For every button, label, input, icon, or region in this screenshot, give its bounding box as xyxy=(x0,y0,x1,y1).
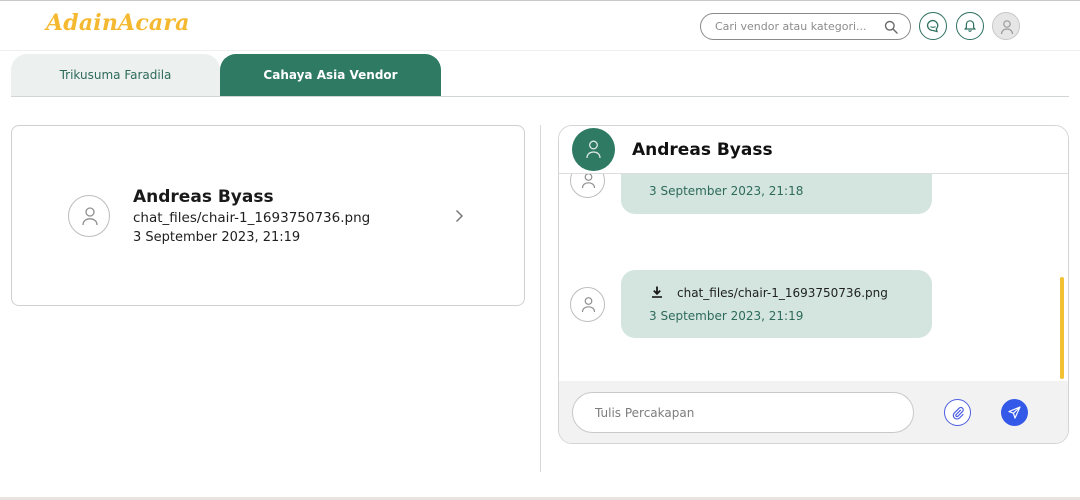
sender-avatar xyxy=(570,174,605,198)
send-button[interactable] xyxy=(1001,399,1028,426)
notifications-button[interactable] xyxy=(956,12,984,40)
brand-logo[interactable]: AdainAcara xyxy=(46,10,190,36)
search-input[interactable]: Cari vendor atau kategori... xyxy=(715,20,867,33)
message-input[interactable]: Tulis Percakapan xyxy=(572,392,914,433)
conversation-title: Andreas Byass xyxy=(632,140,773,160)
message-bubble[interactable]: chat_files/chair-1_1693750736.png 3 Sept… xyxy=(621,270,932,338)
last-message: chat_files/chair-1_1693750736.png xyxy=(133,210,371,226)
contact-name: Andreas Byass xyxy=(133,187,274,207)
chat-list-item[interactable]: Andreas Byass chat_files/chair-1_1693750… xyxy=(11,125,525,306)
top-header: AdainAcara Cari vendor atau kategori... xyxy=(0,1,1080,51)
message-composer: Tulis Percakapan xyxy=(559,381,1068,443)
message-input-placeholder: Tulis Percakapan xyxy=(595,406,695,420)
profile-avatar[interactable] xyxy=(992,12,1020,40)
contact-avatar xyxy=(68,195,110,237)
pane-divider xyxy=(540,125,541,472)
chat-button[interactable] xyxy=(919,12,947,40)
message-bubble[interactable]: 3 September 2023, 21:18 xyxy=(621,174,932,214)
conversation-header: Andreas Byass xyxy=(559,126,1068,174)
tabs-divider xyxy=(11,96,1069,97)
conversation-avatar xyxy=(572,128,615,171)
tab-trikusuma-faradila[interactable]: Trikusuma Faradila xyxy=(11,54,220,96)
message-scrollbar[interactable] xyxy=(1060,277,1064,379)
tab-cahaya-asia-vendor[interactable]: Cahaya Asia Vendor xyxy=(220,54,441,96)
sender-avatar xyxy=(570,287,605,322)
search-icon[interactable] xyxy=(884,19,898,34)
message-list[interactable]: 3 September 2023, 21:18 chat_files/chair… xyxy=(559,174,1068,381)
message-time: 3 September 2023, 21:19 xyxy=(649,309,804,323)
message-time: 3 September 2023, 21:18 xyxy=(649,184,804,198)
conversation-panel: Andreas Byass 3 September 2023, 21:18 ch… xyxy=(558,125,1069,444)
attachment-link[interactable]: chat_files/chair-1_1693750736.png xyxy=(677,286,888,300)
download-icon[interactable] xyxy=(650,284,664,303)
search-bar[interactable]: Cari vendor atau kategori... xyxy=(700,13,911,40)
attach-button[interactable] xyxy=(944,399,971,426)
last-message-time: 3 September 2023, 21:19 xyxy=(133,230,301,245)
chevron-right-icon[interactable] xyxy=(454,208,464,227)
